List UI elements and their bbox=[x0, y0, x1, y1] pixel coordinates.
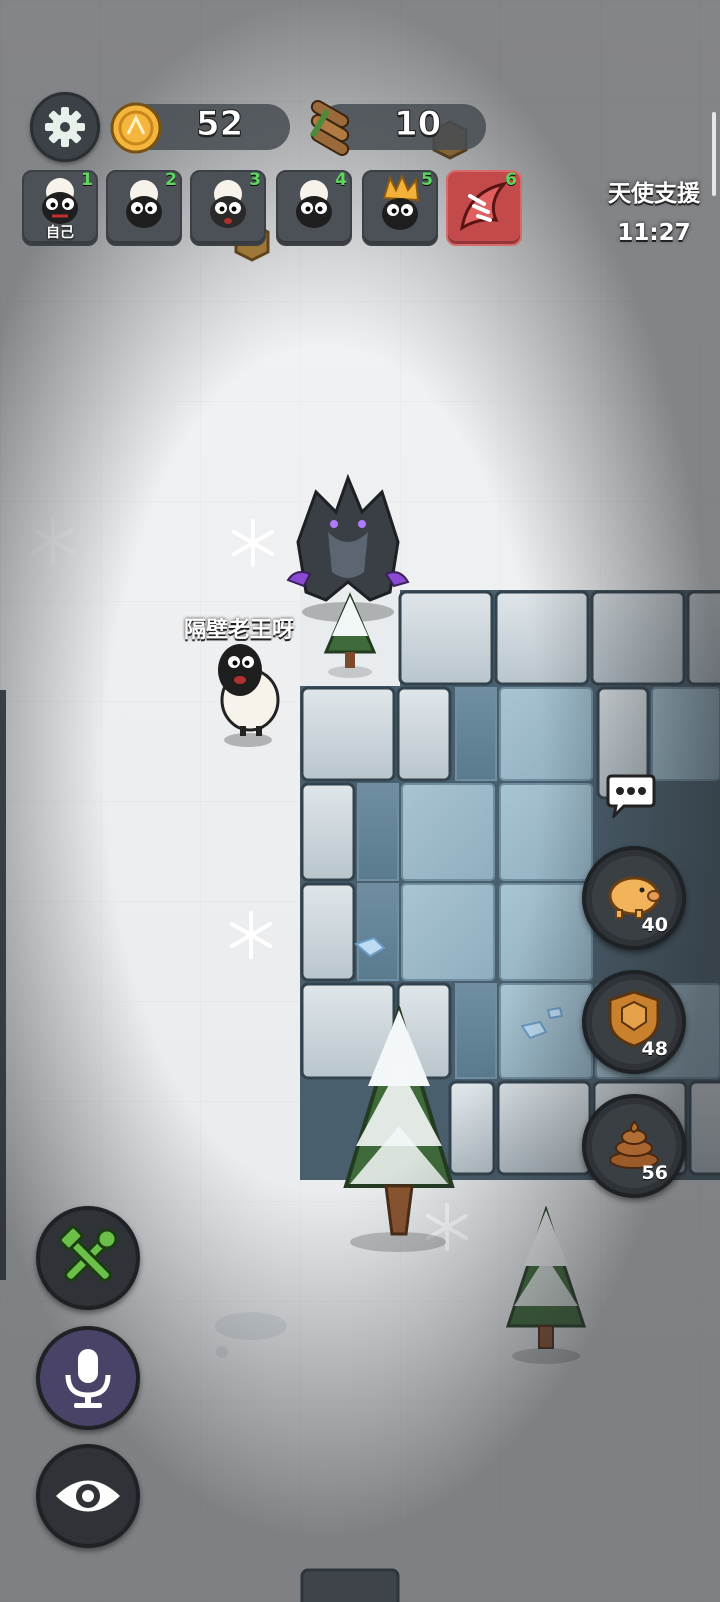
player-slot-4[interactable]: 4 bbox=[276, 170, 352, 246]
piggy-bank-button[interactable]: 40 bbox=[582, 846, 686, 950]
eye-icon bbox=[56, 1480, 120, 1512]
slot-number: 6 bbox=[505, 170, 517, 190]
angel-support-timer: 11:27 bbox=[617, 220, 691, 246]
snowflake-icon bbox=[230, 911, 272, 959]
snowflake-icon bbox=[232, 519, 274, 567]
slot-number: 2 bbox=[165, 170, 177, 190]
gear-icon bbox=[45, 107, 85, 147]
player-slot-5[interactable]: 5 bbox=[362, 170, 438, 246]
top-hud: 52 10 1 自己 2 3 4 5 6 天使支援 11:27 bbox=[0, 0, 720, 260]
microphone-icon bbox=[65, 1349, 111, 1408]
poop-button[interactable]: 56 bbox=[582, 1094, 686, 1198]
voice-chat-button[interactable] bbox=[36, 1326, 140, 1430]
snow-puddle bbox=[215, 1312, 287, 1358]
snowflake-icon bbox=[32, 517, 74, 565]
player-sheep[interactable] bbox=[210, 640, 284, 750]
angel-support-title: 天使支援 bbox=[608, 181, 700, 207]
coin-count: 52 bbox=[195, 104, 244, 145]
scrollbar[interactable] bbox=[712, 112, 716, 196]
slot-number: 3 bbox=[249, 170, 261, 190]
shield-count: 48 bbox=[641, 1038, 668, 1060]
snowy-pine-tree bbox=[505, 1206, 587, 1364]
build-button[interactable] bbox=[36, 1206, 140, 1310]
piggy-count: 40 bbox=[641, 914, 668, 936]
slot-number: 4 bbox=[335, 170, 347, 190]
angel-support-panel: 天使支援 11:27 bbox=[608, 174, 700, 246]
coin-icon bbox=[110, 102, 162, 154]
poop-count: 56 bbox=[641, 1162, 668, 1184]
player-slot-2[interactable]: 2 bbox=[106, 170, 182, 246]
player-slot-3[interactable]: 3 bbox=[190, 170, 266, 246]
slot-number: 1 bbox=[81, 170, 93, 190]
shield-button[interactable]: 48 bbox=[582, 970, 686, 1074]
spectate-button[interactable] bbox=[36, 1444, 140, 1548]
wood-logs-icon bbox=[309, 100, 350, 156]
wrench-hammer-icon bbox=[58, 1225, 118, 1282]
game-scene: 隔壁老王呀 52 10 1 自己 2 3 4 5 6 天使支援 11:27 40… bbox=[0, 0, 720, 1602]
snowy-pine-tree bbox=[343, 1006, 455, 1252]
settings-button[interactable] bbox=[30, 92, 100, 162]
player-slot-1[interactable]: 1 自己 bbox=[22, 170, 98, 246]
snowy-pine-tree bbox=[323, 592, 377, 678]
piggy-bank-icon bbox=[608, 876, 661, 919]
slot-number: 5 bbox=[421, 170, 433, 190]
self-label: 自己 bbox=[46, 225, 74, 241]
wood-count: 10 bbox=[393, 104, 442, 145]
player-slot-6[interactable]: 6 bbox=[446, 170, 522, 246]
chat-bubble-icon[interactable] bbox=[604, 774, 658, 818]
